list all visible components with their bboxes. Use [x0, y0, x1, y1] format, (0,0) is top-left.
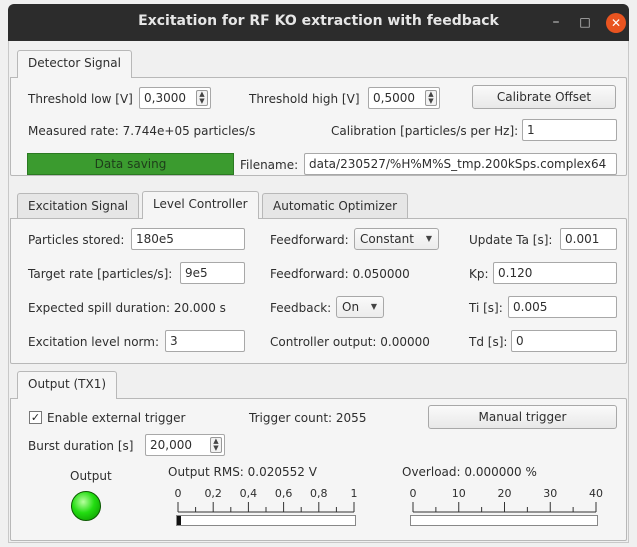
- scale-tick-label: 0,2: [204, 487, 222, 500]
- rms-level-fill: [177, 516, 181, 525]
- scale-tick-label: 10: [452, 487, 466, 500]
- td-field[interactable]: 0: [511, 330, 617, 352]
- burst-duration-spinbox[interactable]: 20,000 ▲ ▼: [145, 434, 225, 456]
- tab-output-tx1[interactable]: Output (TX1): [17, 371, 118, 399]
- excitation-level-norm-field[interactable]: 3: [165, 330, 245, 352]
- chevron-down-icon: ▼: [370, 302, 377, 311]
- update-ta-field[interactable]: 0.001: [560, 228, 617, 250]
- particles-stored-field[interactable]: 180e5: [131, 228, 245, 250]
- filename-field[interactable]: data/230527/%H%M%S_tmp.200kSps.complex64: [304, 153, 617, 175]
- feedforward-mode: Constant: [360, 232, 414, 246]
- burst-duration-label: Burst duration [s]: [28, 439, 134, 453]
- maximize-icon[interactable]: □: [575, 13, 595, 31]
- threshold-low-label: Threshold low [V]: [28, 92, 133, 106]
- scale-tick-label: 0: [175, 487, 182, 500]
- overload-text: Overload: 0.000000 %: [402, 465, 537, 479]
- burst-duration-value: 20,000: [150, 438, 192, 452]
- enable-trigger-label: Enable external trigger: [47, 411, 186, 425]
- threshold-high-label: Threshold high [V]: [249, 92, 360, 106]
- target-rate-field[interactable]: 9e5: [180, 262, 245, 284]
- scale-tick-label: 30: [543, 487, 557, 500]
- threshold-low-spinbox[interactable]: 0,3000 ▲ ▼: [139, 87, 211, 109]
- tab-detector-signal[interactable]: Detector Signal: [17, 50, 132, 78]
- enable-trigger-checkbox[interactable]: ✓: [29, 411, 42, 424]
- feedforward-select[interactable]: Constant ▼: [354, 228, 439, 250]
- measured-rate-text: Measured rate: 7.744e+05 particles/s: [28, 124, 256, 138]
- window-title: Excitation for RF KO extraction with fee…: [138, 13, 499, 29]
- expected-spill-duration: Expected spill duration: 20.000 s: [28, 301, 226, 315]
- kp-field[interactable]: 0.120: [493, 262, 617, 284]
- overload-level-bar: [410, 515, 598, 526]
- spin-arrows-icon[interactable]: ▲ ▼: [196, 90, 208, 106]
- ti-field[interactable]: 0.005: [508, 296, 617, 318]
- feedforward-value: Feedforward: 0.050000: [270, 267, 410, 281]
- feedforward-label: Feedforward:: [270, 233, 349, 247]
- controller-output: Controller output: 0.00000: [270, 335, 430, 349]
- scale-tick-label: 0,4: [240, 487, 258, 500]
- output-led-label: Output: [70, 469, 112, 483]
- rms-level-bar: [176, 515, 356, 526]
- scale-tick-label: 0: [410, 487, 417, 500]
- excitation-level-norm-label: Excitation level norm:: [28, 335, 160, 349]
- output-rms: Output RMS: 0.020552 V: [168, 465, 317, 479]
- scale-tick-label: 40: [589, 487, 603, 500]
- spin-arrows-icon[interactable]: ▲ ▼: [210, 437, 222, 453]
- threshold-high-spinbox[interactable]: 0,5000 ▲ ▼: [368, 87, 440, 109]
- ti-label: Ti [s]:: [469, 301, 503, 315]
- particles-stored-label: Particles stored:: [28, 233, 125, 247]
- rms-scale: 0 0,2 0,4 0,6 0,8 1: [175, 487, 358, 513]
- threshold-low-value: 0,3000: [144, 91, 186, 105]
- data-saving-indicator[interactable]: Data saving: [27, 153, 234, 175]
- calibrate-offset-button[interactable]: Calibrate Offset: [472, 85, 616, 109]
- title-bar: Excitation for RF KO extraction with fee…: [8, 4, 629, 41]
- threshold-high-value: 0,5000: [373, 91, 415, 105]
- manual-trigger-button[interactable]: Manual trigger: [428, 405, 617, 429]
- overload-scale: 0 10 20 30 40: [410, 487, 603, 513]
- tab-level-controller[interactable]: Level Controller: [142, 191, 259, 219]
- kp-label: Kp:: [469, 267, 489, 281]
- scale-tick-label: 0,6: [275, 487, 293, 500]
- update-ta-label: Update Ta [s]:: [469, 233, 553, 247]
- filename-label: Filename:: [240, 158, 299, 172]
- tab-excitation-signal[interactable]: Excitation Signal: [17, 193, 140, 219]
- target-rate-label: Target rate [particles/s]:: [28, 267, 173, 281]
- minimize-icon[interactable]: –: [546, 13, 566, 31]
- tab-automatic-optimizer[interactable]: Automatic Optimizer: [262, 193, 409, 219]
- chevron-down-icon: ▼: [425, 234, 432, 243]
- feedback-mode: On: [342, 300, 360, 314]
- calibration-field[interactable]: 1: [522, 119, 617, 141]
- feedback-label: Feedback:: [270, 301, 332, 315]
- td-label: Td [s]:: [469, 335, 508, 349]
- spin-arrows-icon[interactable]: ▲ ▼: [425, 90, 437, 106]
- scale-tick-label: 20: [498, 487, 512, 500]
- calibration-label: Calibration [particles/s per Hz]:: [331, 124, 519, 138]
- close-icon[interactable]: ✕: [606, 13, 626, 33]
- scale-tick-label: 0,8: [310, 487, 328, 500]
- scale-tick-label: 1: [351, 487, 358, 500]
- trigger-count: Trigger count: 2055: [249, 411, 367, 425]
- output-led-indicator: [71, 491, 101, 521]
- feedback-select[interactable]: On ▼: [336, 296, 384, 318]
